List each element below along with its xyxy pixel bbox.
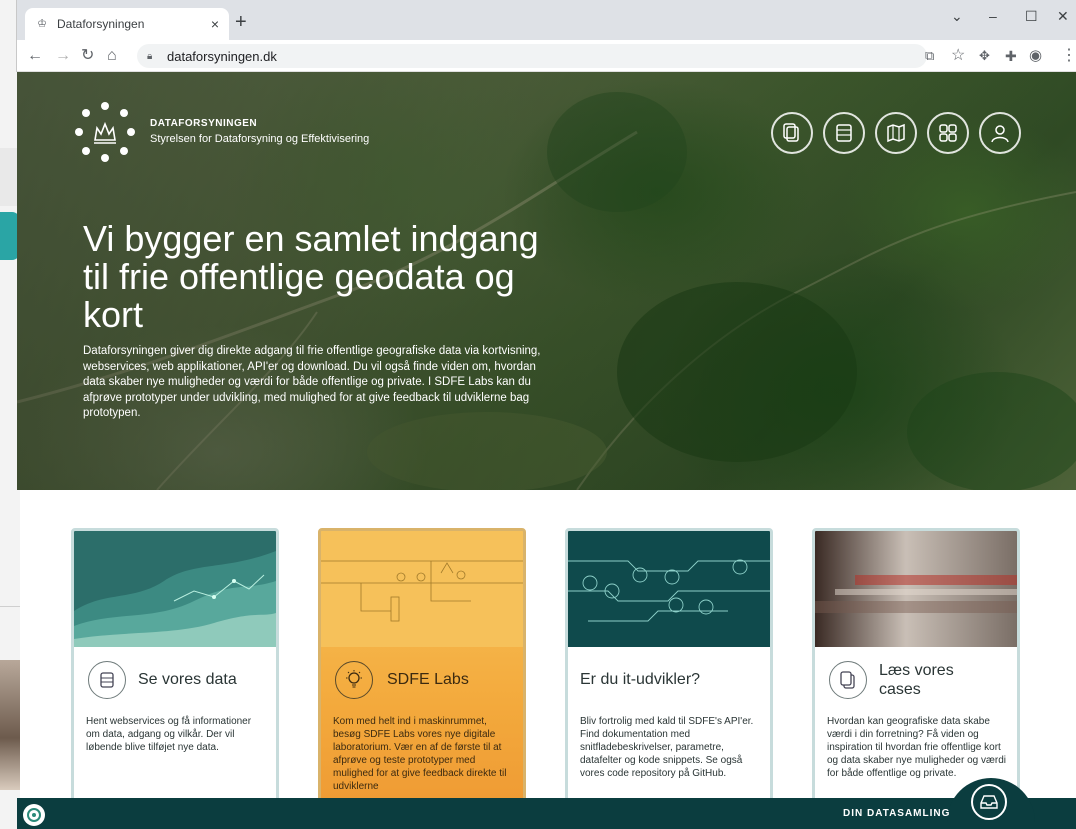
puzzle-extensions-icon[interactable]: ✚ xyxy=(1005,46,1017,66)
bookmark-star-icon[interactable]: ☆ xyxy=(951,46,965,66)
browser-tab[interactable]: ♔ Dataforsyningen × xyxy=(25,8,229,40)
feature-cards: Se vores data Hent webservices og få inf… xyxy=(71,528,1031,829)
menu-kebab-icon[interactable]: ⋮ xyxy=(1061,46,1076,66)
brand-subtitle: Styrelsen for Dataforsyning og Effektivi… xyxy=(150,133,370,145)
footer-logo-icon[interactable] xyxy=(23,804,45,826)
browser-chrome: ♔ Dataforsyningen × + ⌄ – ☐ ✕ ← → ↻ ⌂ 🔒︎… xyxy=(16,0,1076,72)
card-text: Kom med helt ind i maskinrummet, besøg S… xyxy=(333,716,507,792)
close-window-button[interactable]: ✕ xyxy=(1057,8,1069,25)
tab-search-icon[interactable]: ⌄ xyxy=(951,8,963,25)
translate-icon[interactable]: ⧉ xyxy=(925,46,934,66)
reload-icon[interactable]: ↻ xyxy=(81,46,94,66)
hero-section: DATAFORSYNINGEN Styrelsen for Dataforsyn… xyxy=(17,72,1076,490)
apps-icon xyxy=(939,124,957,142)
dataforsyningen-logo[interactable] xyxy=(69,100,141,164)
inbox-icon[interactable] xyxy=(971,784,1007,820)
card-text: Bliv fortrolig med kald til SDFE's API'e… xyxy=(580,716,754,779)
maximize-button[interactable]: ☐ xyxy=(1025,8,1038,25)
card-title: SDFE Labs xyxy=(387,671,469,688)
footer-bar: DIN DATASAMLING xyxy=(17,778,1076,829)
tab-title: Dataforsyningen xyxy=(57,17,145,31)
tab-strip: ♔ Dataforsyningen × + ⌄ – ☐ ✕ xyxy=(17,0,1076,40)
nav-user-button[interactable] xyxy=(979,112,1021,154)
docs-icon xyxy=(783,123,799,142)
lightbulb-icon xyxy=(335,661,373,699)
top-navigation xyxy=(771,112,1021,154)
nav-database-button[interactable] xyxy=(823,112,865,154)
list-icon xyxy=(88,661,126,699)
new-tab-button[interactable]: + xyxy=(235,12,247,32)
lock-icon: 🔒︎ xyxy=(147,50,153,62)
address-bar[interactable]: 🔒︎ dataforsyningen.dk xyxy=(137,44,927,68)
card-sdfe-labs[interactable]: SDFE Labs Kom med helt ind i maskinrumme… xyxy=(318,528,526,829)
webpage: DATAFORSYNINGEN Styrelsen for Dataforsyn… xyxy=(17,72,1076,829)
card-title: Se vores data xyxy=(138,671,237,688)
developer-circuit-image xyxy=(568,531,770,647)
nav-apps-button[interactable] xyxy=(927,112,969,154)
datasamling-label[interactable]: DIN DATASAMLING xyxy=(843,808,950,819)
card-text: Hvordan kan geografiske data skabe værdi… xyxy=(827,716,1006,779)
labs-circuit-image xyxy=(321,531,523,647)
browser-toolbar: ← → ↻ ⌂ 🔒︎ dataforsyningen.dk ⧉ ☆ ✥ ✚ ◉ … xyxy=(17,40,1076,72)
profile-avatar-icon[interactable]: ◉ xyxy=(1029,46,1042,66)
nav-docs-button[interactable] xyxy=(771,112,813,154)
card-title: Læs vores cases xyxy=(879,662,954,698)
motion-train-image xyxy=(815,531,1017,647)
extension-icon[interactable]: ✥ xyxy=(979,46,990,66)
tab-close-icon[interactable]: × xyxy=(211,16,219,32)
brand-name: DATAFORSYNINGEN xyxy=(150,118,258,129)
card-it-udvikler[interactable]: Er du it-udvikler? Bliv fortrolig med ka… xyxy=(565,528,773,829)
hero-lead-text: Dataforsyningen giver dig direkte adgang… xyxy=(83,345,541,419)
docs-stack-icon xyxy=(829,661,867,699)
card-text: Hent webservices og få informationer om … xyxy=(86,716,252,753)
forward-arrow-icon[interactable]: → xyxy=(55,46,71,66)
minimize-button[interactable]: – xyxy=(989,8,997,24)
hero-headline: Vi bygger en samlet indgang til frie off… xyxy=(83,218,539,335)
back-arrow-icon[interactable]: ← xyxy=(27,46,43,66)
user-icon xyxy=(991,125,1009,143)
map-icon xyxy=(887,123,905,143)
home-icon[interactable]: ⌂ xyxy=(107,46,117,66)
data-landscape-image xyxy=(74,531,276,647)
crown-favicon-icon: ♔ xyxy=(37,18,47,30)
card-se-vores-data[interactable]: Se vores data Hent webservices og få inf… xyxy=(71,528,279,829)
card-title: Er du it-udvikler? xyxy=(580,671,701,688)
nav-map-button[interactable] xyxy=(875,112,917,154)
url-text: dataforsyningen.dk xyxy=(167,48,277,64)
database-icon xyxy=(836,124,852,142)
